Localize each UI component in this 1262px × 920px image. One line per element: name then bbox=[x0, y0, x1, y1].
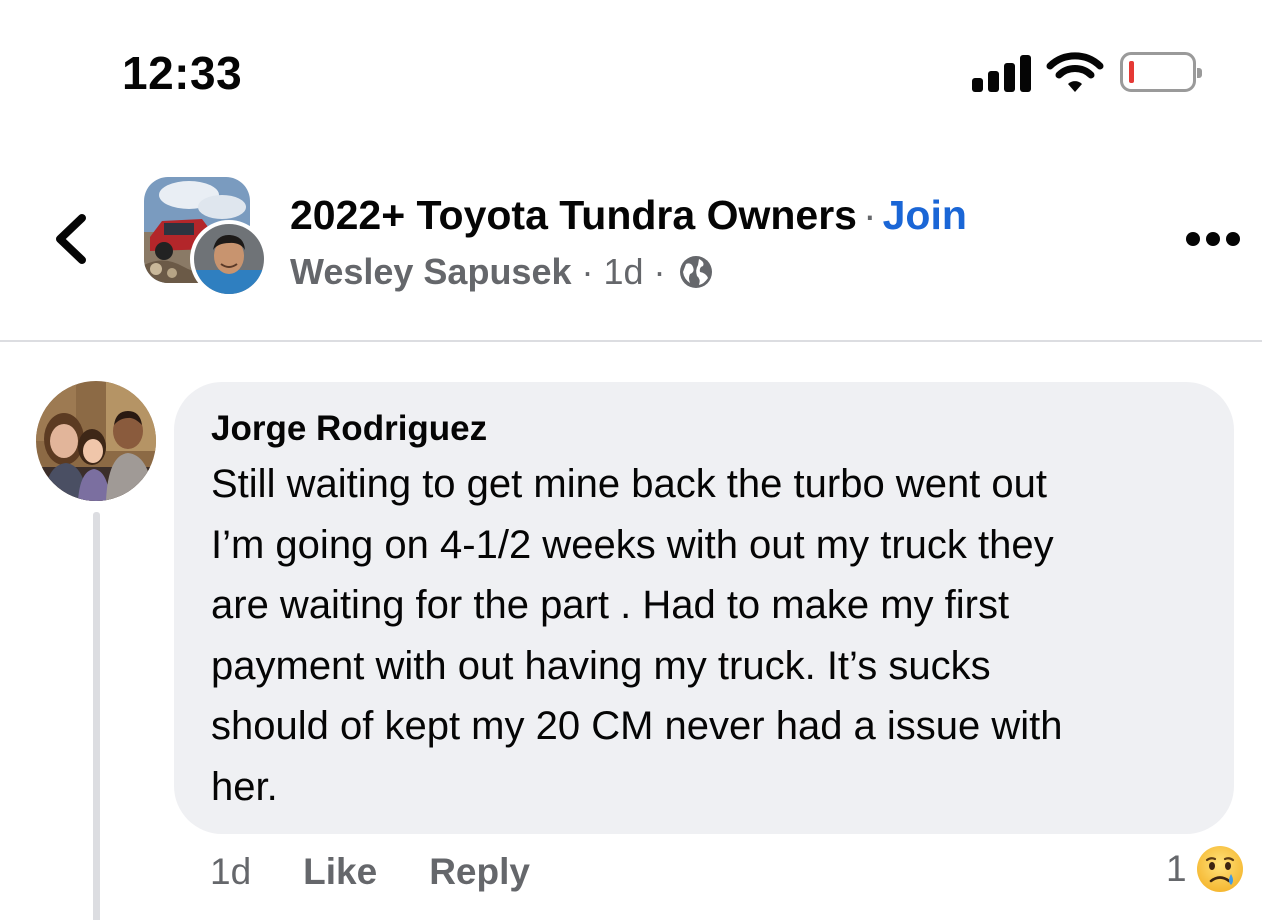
commenter-avatar[interactable] bbox=[36, 381, 156, 501]
sad-face-icon bbox=[1196, 846, 1243, 892]
commenter-name[interactable]: Jorge Rodriguez bbox=[211, 408, 1198, 450]
post-time[interactable]: 1d bbox=[604, 251, 644, 293]
group-name[interactable]: 2022+ Toyota Tundra Owners bbox=[290, 192, 857, 238]
thread-line bbox=[93, 512, 100, 920]
status-bar: 12:33 bbox=[0, 0, 1262, 140]
separator: · bbox=[581, 251, 594, 292]
status-time: 12:33 bbox=[122, 47, 243, 99]
battery-low-icon bbox=[1120, 52, 1202, 92]
group-title-line: 2022+ Toyota Tundra Owners · Join bbox=[290, 192, 967, 239]
join-button[interactable]: Join bbox=[883, 192, 967, 238]
comment-bubble[interactable]: Jorge Rodriguez Still waiting to get min… bbox=[174, 382, 1234, 834]
reply-button[interactable]: Reply bbox=[429, 851, 530, 893]
chevron-left-icon[interactable] bbox=[46, 208, 100, 268]
post-meta: Wesley Sapusek · 1d · bbox=[290, 251, 967, 293]
more-horizontal-icon[interactable] bbox=[1186, 232, 1240, 248]
separator: · bbox=[862, 192, 877, 238]
wifi-icon bbox=[1046, 52, 1104, 92]
post-header-text: 2022+ Toyota Tundra Owners · Join Wesley S… bbox=[290, 192, 967, 293]
globe-icon bbox=[679, 256, 712, 288]
cellular-signal-icon bbox=[972, 54, 1032, 92]
author-avatar[interactable] bbox=[190, 220, 268, 298]
comment-actions: 1d Like Reply bbox=[210, 848, 530, 896]
comment-time[interactable]: 1d bbox=[210, 851, 251, 893]
post-header: 2022+ Toyota Tundra Owners · Join Wesley S… bbox=[0, 150, 1262, 342]
reaction-count: 1 bbox=[1166, 848, 1187, 889]
like-button[interactable]: Like bbox=[303, 851, 377, 893]
reaction-summary[interactable]: 1 bbox=[1166, 844, 1245, 894]
separator: · bbox=[653, 251, 666, 292]
post-author-name[interactable]: Wesley Sapusek bbox=[290, 251, 572, 293]
comment-text: Still waiting to get mine back the turbo… bbox=[211, 462, 1063, 809]
